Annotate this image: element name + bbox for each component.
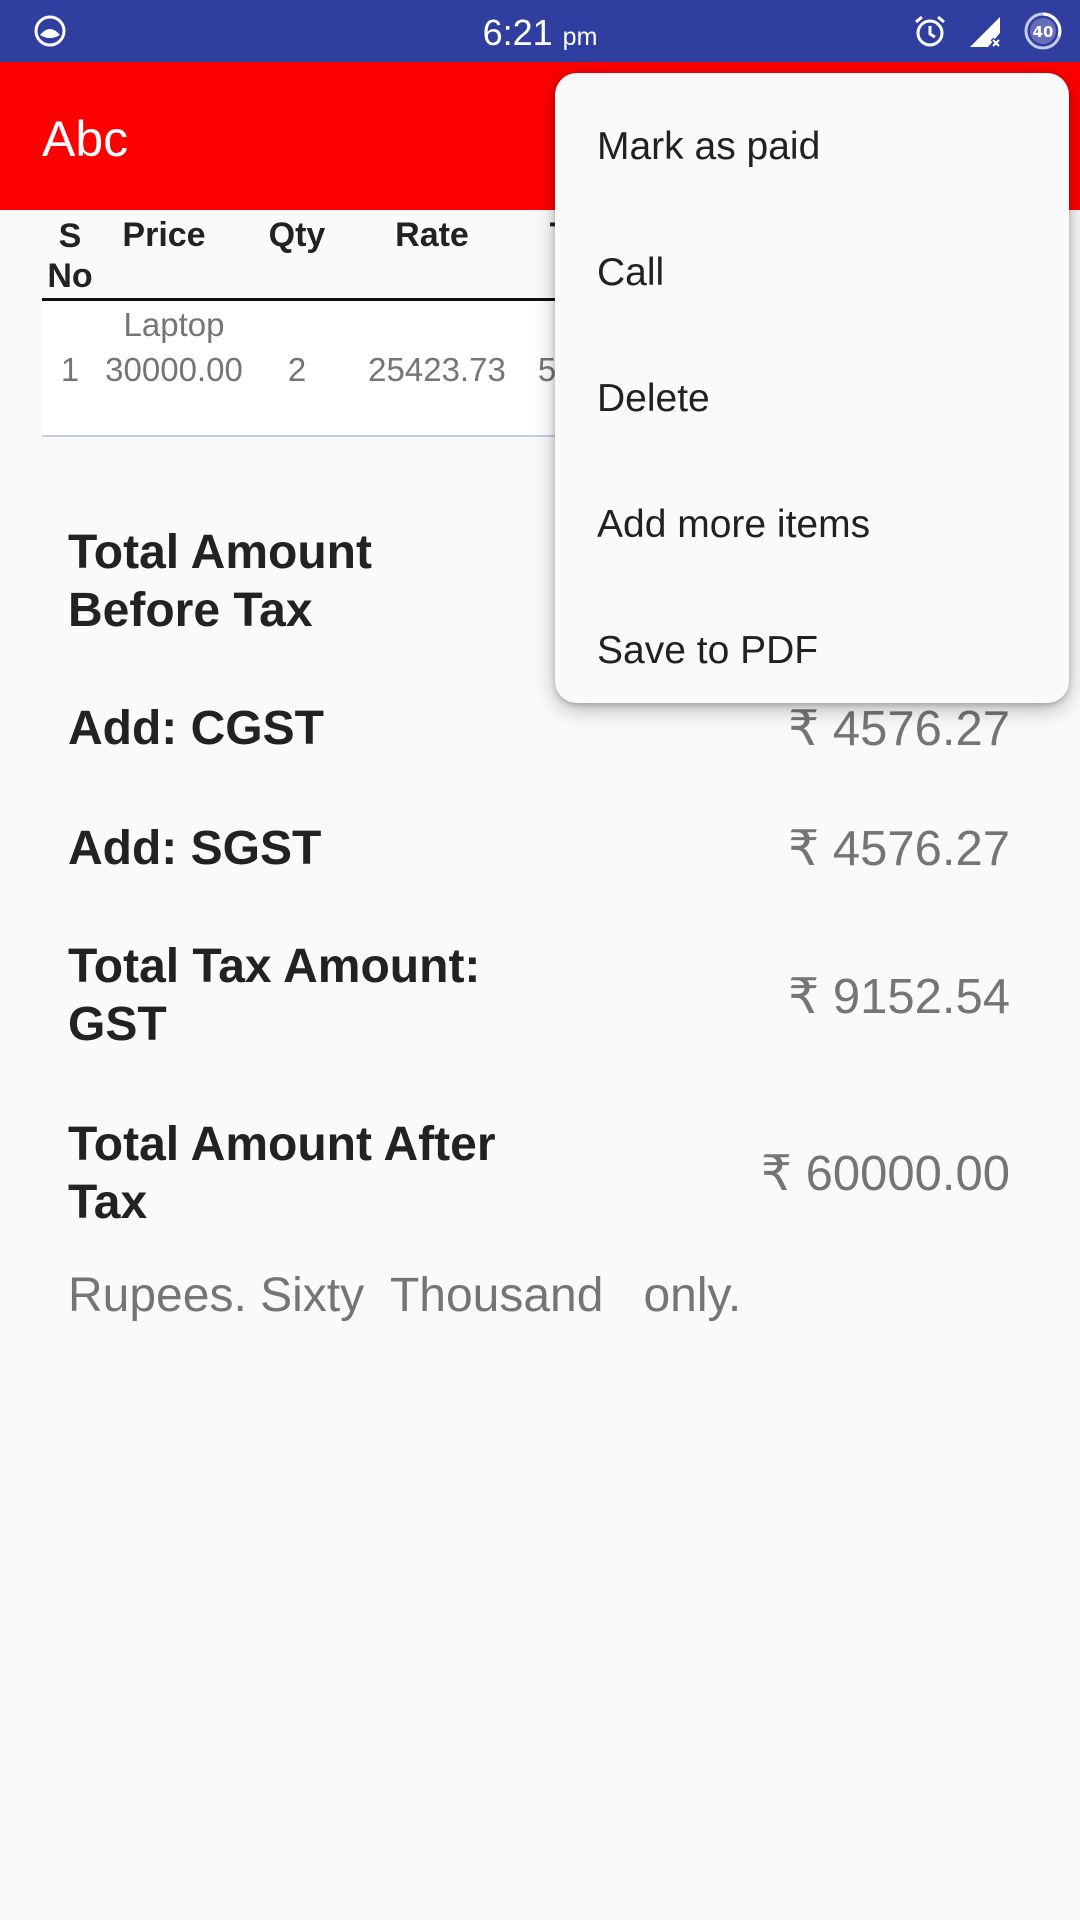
battery-icon: 40 (1024, 12, 1062, 50)
after-tax-value: ₹ 60000.00 (760, 1147, 1010, 1201)
cell-price: 30000.00 (105, 351, 243, 388)
after-tax-label: Total Amount After Tax (68, 1118, 496, 1229)
signal-no-data-icon (970, 17, 1002, 49)
status-time-ampm: pm (562, 23, 598, 51)
total-tax-label: Total Tax Amount: GST (68, 940, 481, 1051)
menu-item-delete[interactable]: Delete (555, 336, 1069, 462)
status-time-value: 6:21 (482, 12, 553, 53)
battery-level-text: 40 (1033, 23, 1054, 41)
column-header-qty: Qty (268, 216, 326, 254)
status-icons: 40 (912, 12, 1062, 50)
column-header-price: Price (122, 216, 206, 254)
cell-item-name: Laptop (123, 306, 225, 343)
column-header-sno-line1: S (58, 217, 82, 255)
column-header-rate: Rate (395, 216, 469, 254)
amount-in-words: Rupees. Sixty Thousand only. (68, 1269, 742, 1322)
menu-item-add-more-items[interactable]: Add more items (555, 462, 1069, 588)
alarm-icon (915, 15, 945, 47)
column-header-sno: S No (42, 216, 98, 296)
status-bar: 6:21 pm 40 (0, 0, 1080, 62)
total-tax-value: ₹ 9152.54 (788, 970, 1010, 1024)
menu-item-save-to-pdf[interactable]: Save to PDF (555, 588, 1069, 714)
sgst-label: Add: SGST (68, 822, 322, 875)
cgst-label: Add: CGST (68, 702, 324, 755)
cell-rate: 25423.73 (368, 351, 506, 388)
column-header-sno-line2: No (47, 257, 93, 295)
overflow-menu: Mark as paid Call Delete Add more items … (555, 73, 1069, 703)
sgst-value: ₹ 4576.27 (788, 822, 1010, 876)
menu-item-mark-as-paid[interactable]: Mark as paid (555, 84, 1069, 210)
app-title: Abc (42, 111, 129, 167)
before-tax-label: Total Amount Before Tax (68, 526, 372, 637)
menu-item-call[interactable]: Call (555, 210, 1069, 336)
cell-sno: 1 (60, 351, 80, 388)
cell-qty: 2 (287, 351, 307, 388)
